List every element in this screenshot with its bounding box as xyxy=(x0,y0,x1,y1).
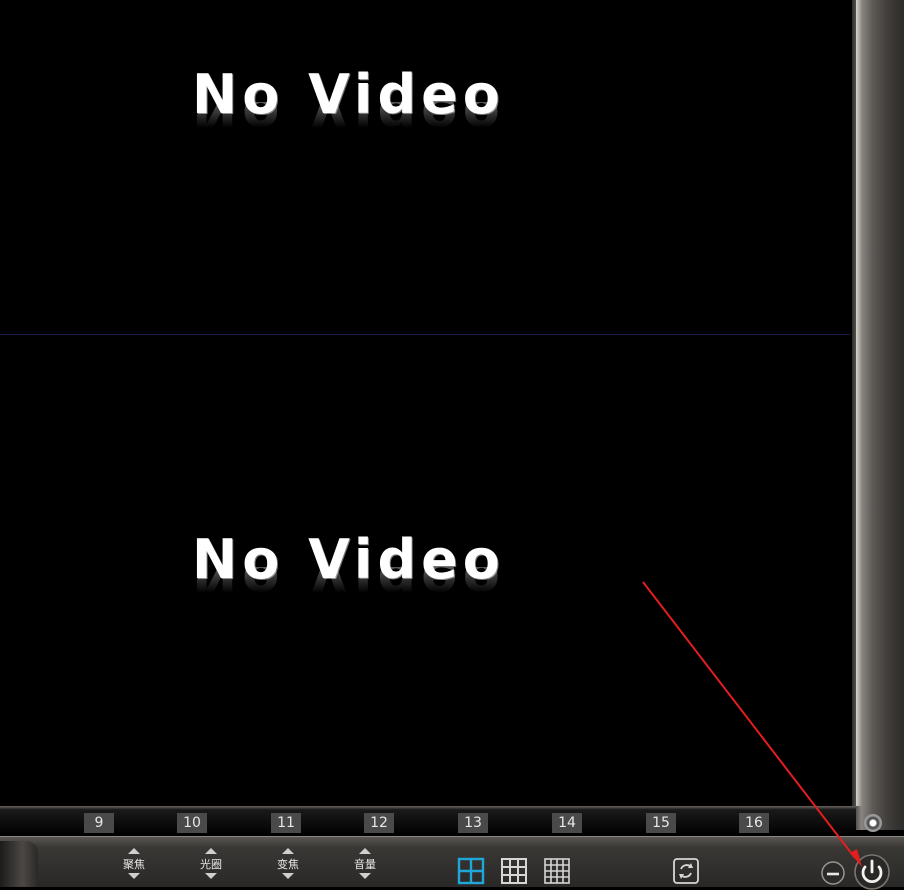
volume-down-icon[interactable] xyxy=(359,873,371,879)
channel-10-button[interactable]: 10 xyxy=(177,813,207,833)
channel-strip xyxy=(0,806,856,836)
volume-up-icon[interactable] xyxy=(359,848,371,854)
video-area: No Video No Video No Video No Video xyxy=(0,0,852,806)
video-pane-2[interactable]: No Video No Video xyxy=(0,335,852,806)
channel-14-button[interactable]: 14 xyxy=(552,813,582,833)
focus-control: 聚焦 xyxy=(114,846,154,886)
right-frame xyxy=(852,0,904,830)
channel-11-button[interactable]: 11 xyxy=(271,813,301,833)
zoom-label: 变焦 xyxy=(277,858,299,871)
volume-label: 音量 xyxy=(354,858,376,871)
refresh-icon[interactable] xyxy=(672,857,700,885)
channel-12-button[interactable]: 12 xyxy=(364,813,394,833)
zoom-up-icon[interactable] xyxy=(282,848,294,854)
no-video-reflection: No Video xyxy=(192,567,505,607)
iris-control: 光圈 xyxy=(191,846,231,886)
no-video-reflection: No Video xyxy=(192,102,505,142)
focus-label: 聚焦 xyxy=(123,858,145,871)
focus-down-icon[interactable] xyxy=(128,873,140,879)
iris-down-icon[interactable] xyxy=(205,873,217,879)
iris-up-icon[interactable] xyxy=(205,848,217,854)
minus-icon[interactable] xyxy=(820,860,846,886)
volume-control: 音量 xyxy=(345,846,385,886)
zoom-control: 变焦 xyxy=(268,846,308,886)
video-pane-1[interactable]: No Video No Video xyxy=(0,0,852,334)
grid-2x2-icon[interactable] xyxy=(457,857,485,885)
knob-icon[interactable] xyxy=(864,814,882,832)
grid-4x4-icon[interactable] xyxy=(543,857,571,885)
channel-15-button[interactable]: 15 xyxy=(646,813,676,833)
focus-up-icon[interactable] xyxy=(128,848,140,854)
right-frame-edge xyxy=(856,0,862,806)
channel-13-button[interactable]: 13 xyxy=(458,813,488,833)
iris-label: 光圈 xyxy=(200,858,222,871)
channel-9-button[interactable]: 9 xyxy=(84,813,114,833)
channel-16-button[interactable]: 16 xyxy=(739,813,769,833)
power-icon[interactable] xyxy=(852,850,892,890)
zoom-down-icon[interactable] xyxy=(282,873,294,879)
grid-3x3-icon[interactable] xyxy=(500,857,528,885)
toolbar-left-cap xyxy=(0,841,38,887)
